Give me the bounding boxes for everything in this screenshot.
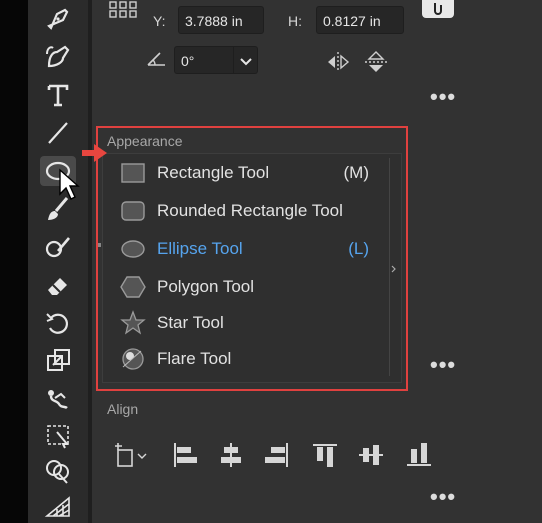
horizontal-align-center-icon[interactable]: [216, 440, 246, 470]
scale-icon[interactable]: [40, 346, 76, 376]
height-field[interactable]: 0.8127 in: [316, 6, 404, 34]
pen-icon[interactable]: [40, 4, 76, 34]
annotation-highlight-box: [96, 126, 408, 391]
link-icon: [434, 3, 442, 15]
perspective-grid-icon[interactable]: [40, 490, 76, 520]
flip-vertical-icon[interactable]: [364, 50, 388, 74]
align-section-title: Align: [107, 401, 139, 417]
flip-horizontal-icon[interactable]: [326, 51, 350, 73]
horizontal-align-right-icon[interactable]: [262, 440, 292, 470]
align-to-selection-icon[interactable]: [112, 440, 152, 470]
free-transform-icon[interactable]: [40, 420, 76, 450]
annotation-arrow-icon: [82, 144, 107, 162]
shape-builder-icon[interactable]: [40, 456, 76, 486]
y-label: Y:: [153, 13, 166, 29]
vertical-align-center-icon[interactable]: [356, 440, 386, 470]
appearance-more-options-icon[interactable]: •••: [430, 354, 456, 376]
align-more-options-icon[interactable]: •••: [430, 486, 456, 508]
more-options-icon[interactable]: •••: [430, 86, 456, 108]
shaper-icon[interactable]: [40, 232, 76, 262]
eraser-icon[interactable]: [40, 270, 76, 300]
vertical-align-bottom-icon[interactable]: [404, 440, 434, 470]
h-label: H:: [288, 13, 302, 29]
rotate-angle-field[interactable]: 0°: [174, 46, 234, 74]
mouse-cursor-icon: [59, 168, 80, 200]
angle-icon: [147, 52, 165, 66]
tools-toolbar: [28, 0, 88, 523]
reference-point-icon[interactable]: [108, 0, 138, 20]
type-icon[interactable]: [40, 80, 76, 110]
vertical-align-top-icon[interactable]: [310, 440, 340, 470]
curvature-pen-icon[interactable]: [40, 42, 76, 72]
left-edge-strip: [0, 0, 28, 523]
rotate-icon[interactable]: [40, 308, 76, 338]
constrain-proportions-button[interactable]: [422, 0, 454, 18]
y-position-field[interactable]: 3.7888 in: [178, 6, 264, 34]
angle-dropdown-button[interactable]: [234, 46, 258, 74]
line-segment-icon[interactable]: [40, 118, 76, 148]
chevron-down-icon: [240, 58, 252, 66]
puppet-warp-icon[interactable]: [40, 384, 76, 414]
horizontal-align-left-icon[interactable]: [170, 440, 200, 470]
